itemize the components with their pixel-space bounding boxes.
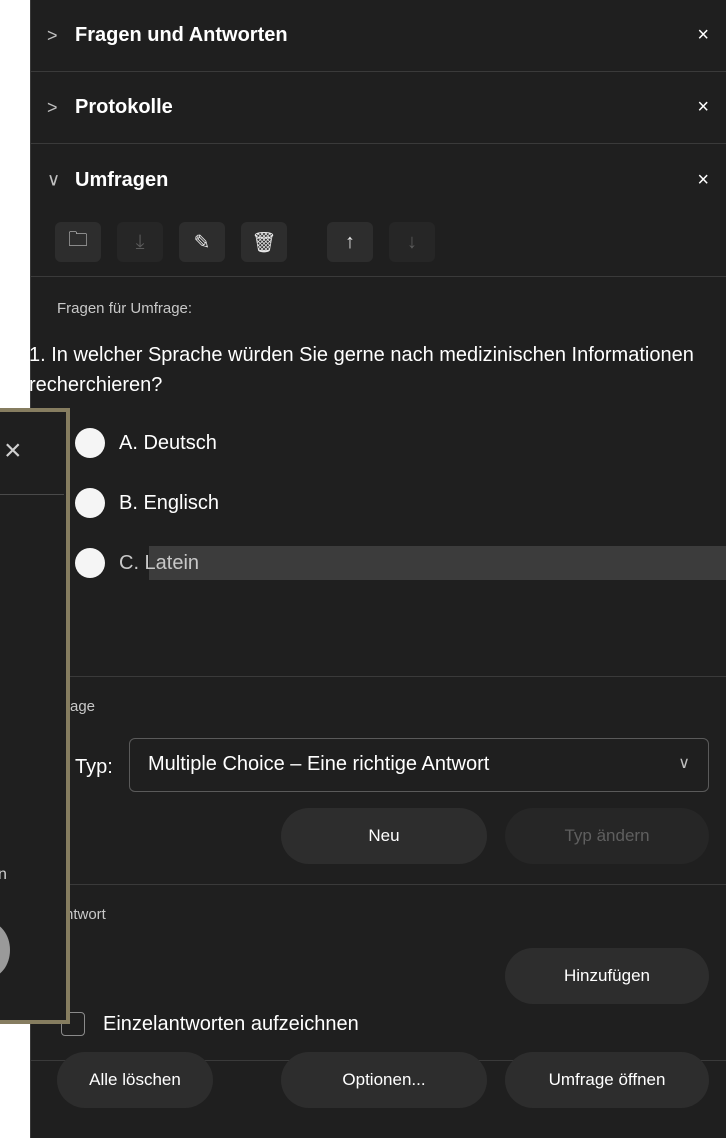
selection-highlight xyxy=(149,546,726,580)
section-header-protocols[interactable]: > Protokolle × xyxy=(31,72,726,144)
divider xyxy=(31,884,726,885)
answer-label: B. Englisch xyxy=(119,491,220,514)
checkbox-label: Einzelantworten aufzeichnen xyxy=(103,1012,359,1035)
section-title-qa: Fragen und Antworten xyxy=(75,24,288,46)
record-individual-answers[interactable]: Einzelantworten aufzeichnen xyxy=(61,1012,359,1036)
type-label: Typ: xyxy=(75,756,113,778)
section-header-qa[interactable]: > Fragen und Antworten × xyxy=(31,0,726,72)
save-icon[interactable]: ⤓ xyxy=(117,222,163,262)
chevron-down-icon: ∨ xyxy=(47,169,61,190)
divider xyxy=(31,676,726,677)
question-type-value: Multiple Choice – Eine richtige Antwort xyxy=(148,753,490,775)
questions-label: Fragen für Umfrage: xyxy=(57,300,193,317)
open-poll-button[interactable]: Umfrage öffnen xyxy=(505,1052,709,1108)
close-icon[interactable]: × xyxy=(697,24,709,47)
polls-panel: > Fragen und Antworten × > Protokolle × … xyxy=(29,0,726,1138)
edit-icon[interactable]: ✎ xyxy=(179,222,225,262)
answer-label: A. Deutsch xyxy=(119,431,217,454)
chevron-down-icon: ∨ xyxy=(678,755,690,772)
dialog-text-fragment: n xyxy=(0,866,7,883)
answer-section-label: ntwort xyxy=(65,906,106,923)
answer-option-c[interactable]: C. Latein xyxy=(75,546,726,580)
dialog-button[interactable] xyxy=(0,922,10,978)
overlay-dialog: × n xyxy=(0,408,70,1024)
question-type-select[interactable]: Multiple Choice – Eine richtige Antwort … xyxy=(129,738,709,792)
clear-all-button[interactable]: Alle löschen xyxy=(57,1052,213,1108)
chevron-right-icon: > xyxy=(47,25,58,45)
divider xyxy=(31,276,726,277)
folder-icon[interactable]: 🗀 xyxy=(55,222,101,262)
section-header-polls[interactable]: ∨ Umfragen × xyxy=(31,144,726,216)
answer-option-a[interactable]: A. Deutsch xyxy=(75,426,217,460)
poll-toolbar: 🗀 ⤓ ✎ 🗑 ↑ ↓ xyxy=(55,222,435,262)
section-title-polls: Umfragen xyxy=(75,168,169,191)
divider xyxy=(0,494,64,495)
arrow-up-icon[interactable]: ↑ xyxy=(327,222,373,262)
radio-circle-icon xyxy=(75,488,105,518)
add-answer-button[interactable]: Hinzufügen xyxy=(505,948,709,1004)
answer-label: C. Latein xyxy=(119,551,200,574)
radio-circle-icon xyxy=(75,428,105,458)
answer-option-b[interactable]: B. Englisch xyxy=(75,486,219,520)
delete-icon[interactable]: 🗑 xyxy=(241,222,287,262)
chevron-right-icon: > xyxy=(47,97,58,117)
section-title-protocols: Protokolle xyxy=(75,96,173,118)
radio-circle-icon xyxy=(75,548,105,578)
options-button[interactable]: Optionen... xyxy=(281,1052,487,1108)
close-icon[interactable]: × xyxy=(4,434,22,468)
close-icon[interactable]: × xyxy=(697,96,709,119)
change-type-button[interactable]: Typ ändern xyxy=(505,808,709,864)
close-icon[interactable]: × xyxy=(697,169,709,192)
question-text[interactable]: 1. In welcher Sprache würden Sie gerne n… xyxy=(29,340,719,400)
new-question-button[interactable]: Neu xyxy=(281,808,487,864)
arrow-down-icon[interactable]: ↓ xyxy=(389,222,435,262)
